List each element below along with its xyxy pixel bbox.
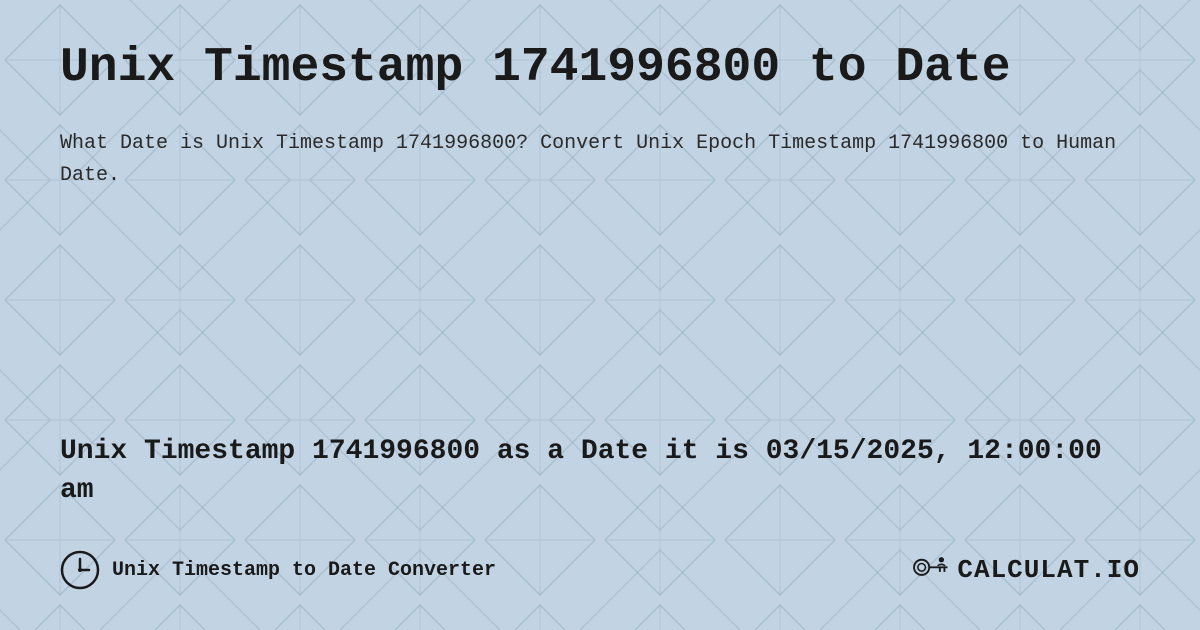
clock-icon [60, 550, 100, 590]
footer-label: Unix Timestamp to Date Converter [112, 559, 496, 582]
result-text: Unix Timestamp 1741996800 as a Date it i… [60, 432, 1140, 510]
logo-area: CALCULAT.IO [911, 555, 1140, 585]
logo-text: CALCULAT.IO [957, 555, 1140, 585]
footer-left: Unix Timestamp to Date Converter [60, 550, 496, 590]
logo-icon [911, 556, 949, 584]
page-title: Unix Timestamp 1741996800 to Date [60, 40, 1140, 98]
page-description: What Date is Unix Timestamp 1741996800? … [60, 128, 1140, 192]
